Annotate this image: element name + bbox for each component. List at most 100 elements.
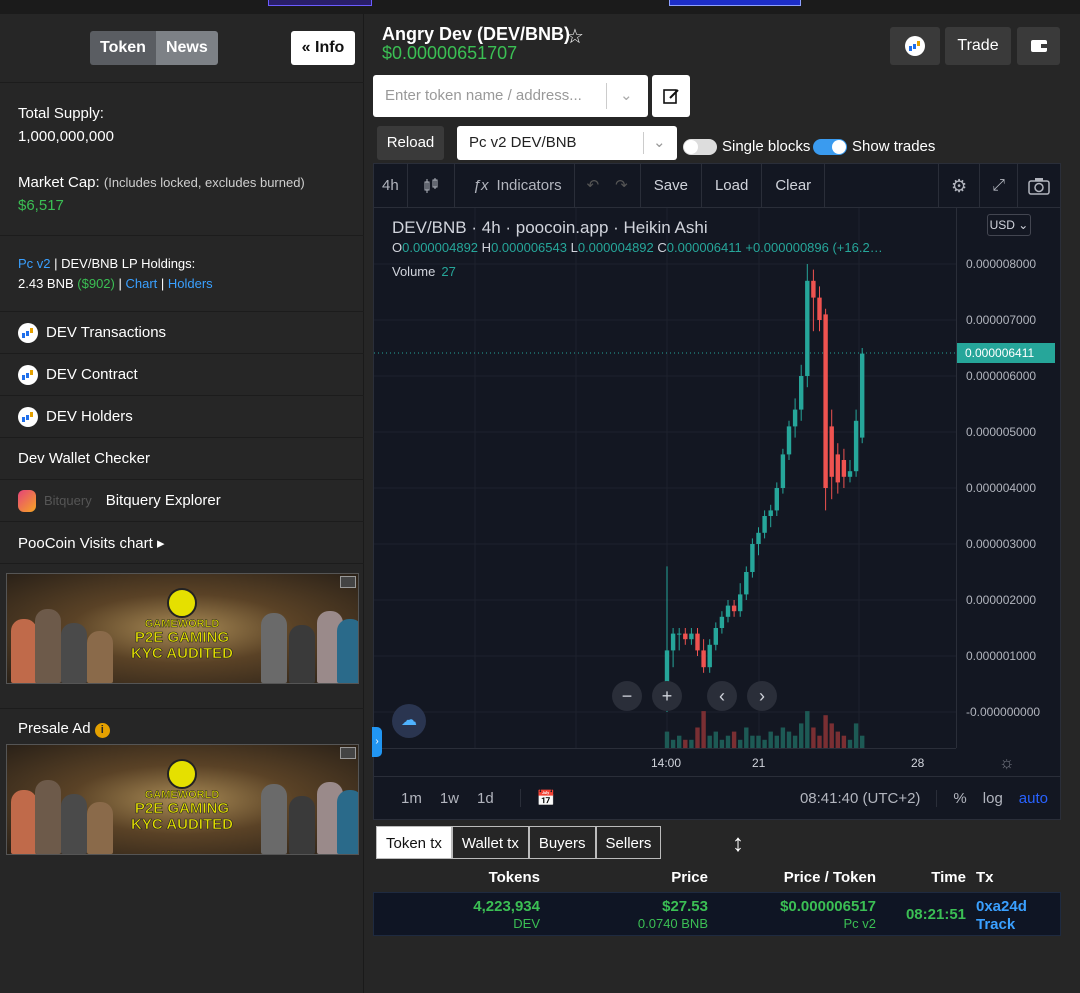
tab-token-tx[interactable]: Token tx (376, 826, 452, 859)
menu-dev-contract[interactable]: DEV Contract (0, 353, 364, 395)
price-tick: 0.000004000 (966, 481, 1037, 495)
axis-settings-icon[interactable]: ☼ (999, 753, 1015, 773)
ad-line-1: P2E GAMING (134, 800, 230, 817)
menu-bitquery-explorer[interactable]: Bitquery Bitquery Explorer (0, 479, 364, 521)
redo-icon[interactable]: ↷ (615, 177, 628, 194)
calendar-icon[interactable]: 📅 (519, 789, 555, 807)
single-blocks-toggle[interactable] (683, 139, 717, 155)
price-axis[interactable]: USD ⌄ 0.000008000 0.000007000 0.000006000 0… (956, 208, 1060, 748)
volume-bar (805, 711, 810, 748)
time-axis[interactable]: 14:00 21 28 ☼ (374, 748, 1015, 776)
reload-button[interactable]: Reload (377, 126, 444, 160)
scroll-left-button[interactable]: ‹ (707, 681, 737, 711)
side-collapse-handle[interactable]: › (372, 727, 382, 757)
fullscreen-icon[interactable]: ⤢ (980, 163, 1018, 208)
settings-gear-icon[interactable]: ⚙ (938, 163, 981, 208)
tab-wallet-tx[interactable]: Wallet tx (451, 826, 529, 859)
pair-select-value: Pc v2 DEV/BNB (469, 134, 577, 151)
wallet-icon (1030, 40, 1047, 52)
trade-button[interactable]: Trade (945, 27, 1011, 65)
single-blocks-label: Single blocks (722, 138, 811, 155)
ad-banner-presale[interactable]: GAMEWORLD P2E GAMING KYC AUDITED (6, 744, 359, 855)
menu-dev-holders[interactable]: DEV Holders (0, 395, 364, 437)
time-tick: 21 (752, 756, 766, 770)
tab-token[interactable]: Token (90, 31, 156, 65)
ad-figures-left (11, 774, 121, 854)
wallet-button[interactable] (1017, 27, 1060, 65)
cloud-logo-icon[interactable]: ☁ (392, 704, 426, 738)
lp-pool-link[interactable]: Pc v2 (18, 256, 51, 271)
candle (860, 353, 865, 438)
col-time: Time (931, 869, 966, 886)
pair-select[interactable]: Pc v2 DEV/BNB ⌄ (457, 126, 677, 160)
resize-arrows-icon[interactable]: ↕ (732, 830, 744, 858)
ad-badge-icon[interactable] (340, 747, 356, 759)
poocoin-chart-button[interactable] (890, 27, 940, 65)
top-banner-right[interactable] (669, 0, 801, 6)
tab-news[interactable]: News (155, 31, 218, 65)
tab-buyers[interactable]: Buyers (528, 826, 596, 859)
chevron-down-icon[interactable]: ⌄ (620, 75, 633, 117)
candle (835, 454, 840, 483)
toggle-knob (832, 140, 846, 154)
info-button[interactable]: « Info (291, 31, 355, 65)
price-tick: 0.000005000 (966, 425, 1037, 439)
chart-plot-area[interactable]: DEV/BNB · 4h · poocoin.app · Heikin Ashi… (374, 208, 956, 748)
scroll-right-button[interactable]: › (747, 681, 777, 711)
volume-value: 27 (441, 264, 456, 279)
undo-icon[interactable]: ↶ (587, 177, 600, 194)
chart-footer: 1m 1w 1d 📅 08:41:40 (UTC+2) % log auto (374, 776, 1060, 819)
row-tx-link[interactable]: 0xa24d (976, 898, 1027, 915)
info-circle-icon[interactable]: i (94, 723, 110, 738)
token-search-input[interactable]: Enter token name / address... ⌄ (373, 75, 648, 117)
chevron-down-icon[interactable]: ⌄ (653, 126, 666, 160)
lp-chart-link[interactable]: Chart (125, 276, 157, 291)
zoom-out-button[interactable]: − (612, 681, 642, 711)
top-banner-left[interactable] (268, 0, 372, 6)
percent-toggle[interactable]: % (936, 789, 967, 807)
edit-button[interactable] (652, 75, 690, 117)
auto-toggle[interactable]: auto (1019, 790, 1048, 807)
tab-sellers[interactable]: Sellers (595, 826, 662, 859)
candle-type-icon[interactable] (408, 163, 455, 208)
ad-banner-top[interactable]: GAMEWORLD P2E GAMING KYC AUDITED (6, 573, 359, 684)
lp-holders-link[interactable]: Holders (168, 276, 213, 291)
candle (774, 488, 779, 511)
clear-button[interactable]: Clear (762, 163, 826, 208)
ad-badge-icon[interactable] (340, 576, 356, 588)
load-button[interactable]: Load (702, 163, 763, 208)
candles-svg (374, 208, 956, 748)
row-track-link[interactable]: Track (976, 916, 1015, 933)
row-tokens-unit: DEV (513, 916, 540, 931)
camera-icon[interactable] (1018, 164, 1060, 208)
range-1d[interactable]: 1d (477, 790, 494, 807)
row-price: $27.53 (662, 898, 708, 915)
star-icon[interactable]: ☆ (566, 24, 584, 49)
range-1m[interactable]: 1m (401, 790, 422, 807)
top-strip (0, 0, 1080, 14)
sidebar-tabs: Token News (90, 31, 218, 65)
volume-bar (719, 739, 725, 748)
candle (670, 633, 676, 651)
show-trades-toggle[interactable] (813, 139, 847, 155)
price-tick: 0.000001000 (966, 649, 1037, 663)
table-row[interactable]: 4,223,934 DEV $27.53 0.0740 BNB $0.00000… (373, 892, 1061, 936)
candle (823, 314, 828, 488)
price-tick: 0.000003000 (966, 537, 1037, 551)
menu-dev-wallet-checker[interactable]: Dev Wallet Checker (0, 437, 364, 479)
save-button[interactable]: Save (641, 163, 702, 208)
volume-bar (853, 723, 859, 748)
volume-bar (860, 735, 865, 748)
ad-figures-right (251, 603, 358, 683)
menu-dev-transactions[interactable]: DEV Transactions (0, 311, 364, 353)
log-toggle[interactable]: log (983, 790, 1003, 807)
indicators-button[interactable]: ƒx Indicators (455, 163, 575, 208)
divider (0, 235, 364, 236)
show-trades-label: Show trades (852, 138, 936, 155)
zoom-in-button[interactable]: + (652, 681, 682, 711)
interval-button[interactable]: 4h (374, 163, 408, 208)
last-price-label: 0.000006411 (957, 342, 1055, 363)
menu-poocoin-visits[interactable]: PooCoin Visits chart ▸ (0, 521, 364, 564)
currency-select[interactable]: USD ⌄ (987, 214, 1031, 236)
range-1w[interactable]: 1w (440, 790, 459, 807)
